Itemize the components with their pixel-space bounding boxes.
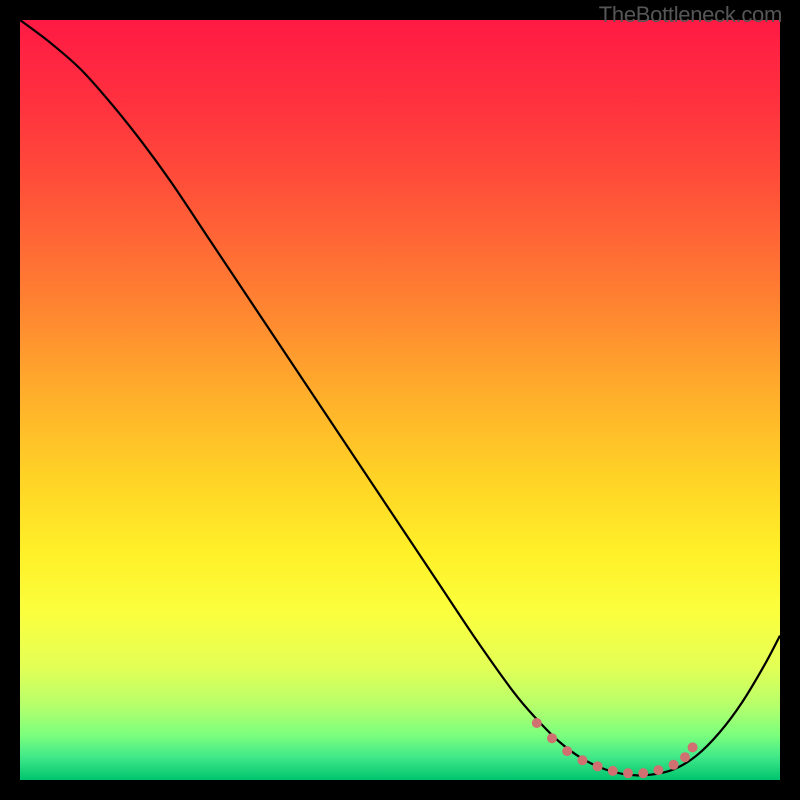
marker-dot bbox=[623, 768, 633, 778]
marker-dot bbox=[638, 768, 648, 778]
marker-dot bbox=[688, 742, 698, 752]
marker-dot bbox=[669, 760, 679, 770]
marker-dot bbox=[680, 752, 690, 762]
watermark-text: TheBottleneck.com bbox=[599, 2, 782, 28]
marker-dot bbox=[532, 718, 542, 728]
marker-dot bbox=[593, 761, 603, 771]
chart-svg bbox=[20, 20, 780, 780]
plot-area bbox=[20, 20, 780, 780]
marker-dot bbox=[608, 766, 618, 776]
chart-container: TheBottleneck.com bbox=[0, 0, 800, 800]
marker-dot bbox=[547, 733, 557, 743]
marker-dot bbox=[653, 765, 663, 775]
marker-dot bbox=[577, 755, 587, 765]
gradient-background bbox=[20, 20, 780, 780]
marker-dot bbox=[562, 746, 572, 756]
